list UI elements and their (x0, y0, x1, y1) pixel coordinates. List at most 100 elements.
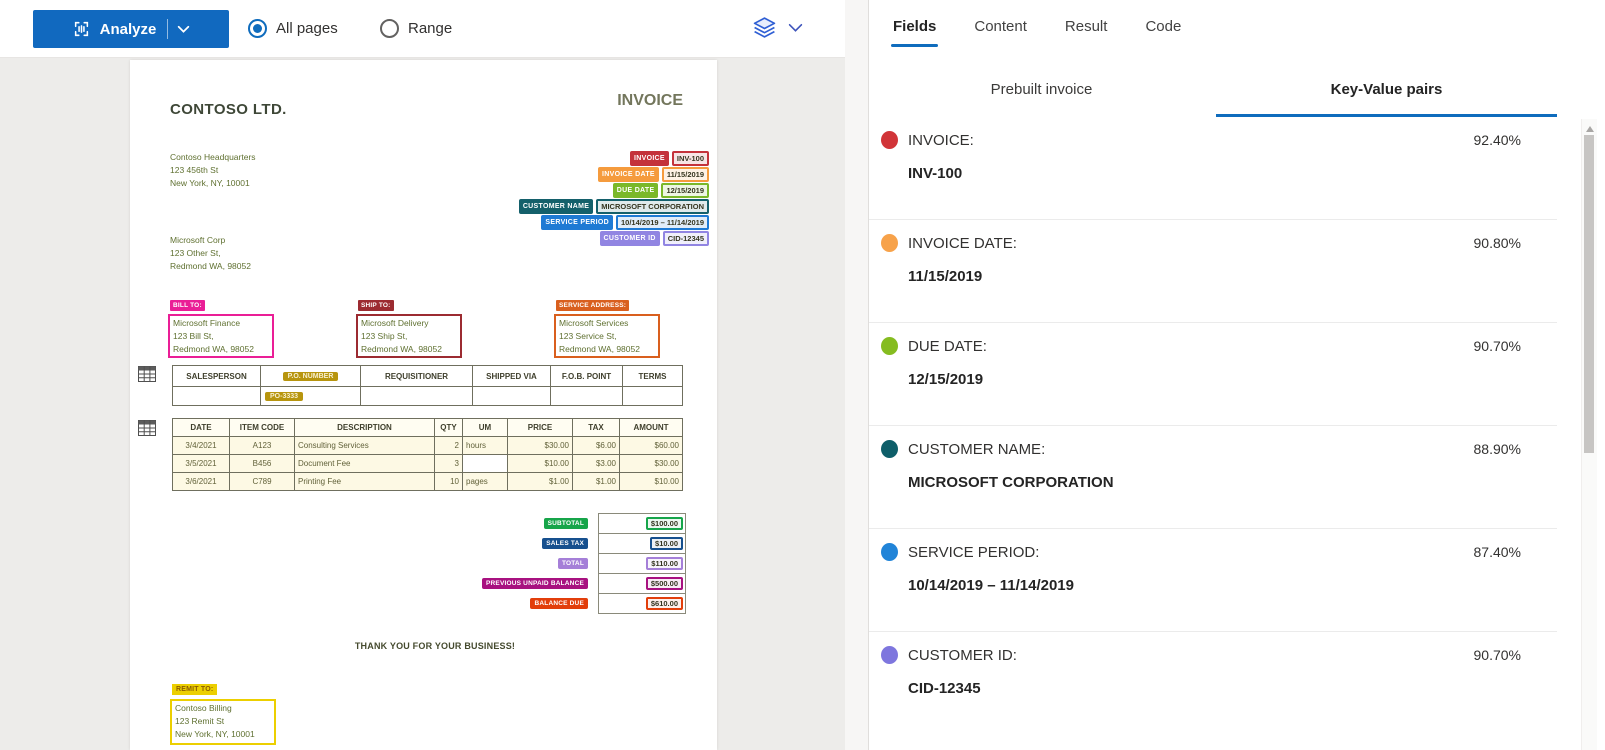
address-block: SERVICE ADDRESS: Microsoft Services 123 Se… (554, 294, 660, 358)
subtab-key-value-pairs[interactable]: Key-Value pairs (1214, 62, 1559, 117)
key-value-annotations: INVOICE INV-100 INVOICE DATE 11/15/2019 DUE … (518, 151, 709, 246)
items-table-header-cell: QTY (434, 418, 463, 437)
kv-value: 11/15/2019 (908, 268, 983, 285)
po-table-value-cell (550, 386, 623, 406)
annotation-key-highlight: SERVICE PERIOD (541, 215, 613, 230)
items-table-cell: 10 (434, 472, 463, 491)
items-table-header-cell: DESCRIPTION (294, 418, 435, 437)
key-value-pairs-list: INVOICE: 92.40% INV-100 INVOICE DATE: 90.80%… (869, 117, 1557, 735)
totals-value-highlight: $500.00 (645, 577, 683, 590)
analyze-button[interactable]: Analyze (33, 10, 229, 48)
address-line: Contoso Billing (175, 703, 232, 713)
radio-unselected-icon (380, 19, 399, 38)
kv-color-dot (881, 234, 898, 252)
annotation-value-highlight: 11/15/2019 (661, 167, 709, 182)
invoice-page[interactable]: CONTOSO LTD. INVOICE Contoso Headquarter… (130, 60, 717, 750)
table-grid-icon[interactable] (138, 366, 156, 387)
address-line: 123 Bill St, (173, 331, 214, 341)
scroll-up-arrow-icon[interactable] (1585, 126, 1594, 132)
kv-pair-row[interactable]: SERVICE PERIOD: 87.40% 10/14/2019 – 11/14/… (869, 529, 1557, 632)
results-pane: Fields Content Result Code Prebuilt invoice… (869, 0, 1605, 750)
kv-pair-row[interactable]: INVOICE: 92.40% INV-100 (869, 117, 1557, 220)
totals-value-cell: $110.00 (599, 554, 685, 574)
annotation-row[interactable]: INVOICE INV-100 (630, 151, 709, 166)
address-line: Microsoft Services (559, 318, 629, 328)
items-table-cell: $6.00 (572, 436, 620, 455)
document-scan-icon (72, 20, 91, 38)
items-table-cell: $30.00 (507, 436, 573, 455)
address-line: Redmond WA, 98052 (361, 344, 442, 354)
annotation-value-highlight: 10/14/2019 – 11/14/2019 (616, 215, 709, 230)
analyze-dropdown-chevron-down-icon[interactable] (177, 25, 190, 34)
totals-key-highlight: BALANCE DUE (530, 597, 588, 609)
items-table-header-cell: UM (462, 418, 508, 437)
radio-selected-icon (248, 19, 267, 38)
address-line: Microsoft Delivery (361, 318, 429, 328)
scrollbar-thumb[interactable] (1584, 135, 1594, 453)
annotation-key-highlight: INVOICE DATE (598, 167, 659, 182)
tab-result[interactable]: Result (1065, 18, 1108, 47)
items-table-cell: C789 (229, 472, 295, 491)
all-pages-radio[interactable]: All pages (248, 0, 338, 57)
kv-pair-row[interactable]: INVOICE DATE: 90.80% 11/15/2019 (869, 220, 1557, 323)
annotation-row[interactable]: INVOICE DATE 11/15/2019 (598, 167, 709, 182)
results-scrollbar[interactable] (1581, 119, 1597, 750)
items-table-cell: B456 (229, 454, 295, 473)
po-table-value-cell: PO-3333 (260, 386, 361, 406)
totals-value-cell: $500.00 (599, 574, 685, 594)
pane-divider (845, 0, 869, 750)
address-line: 123 Ship St, (361, 331, 408, 341)
tab-code[interactable]: Code (1145, 18, 1181, 47)
annotation-row[interactable]: SERVICE PERIOD 10/14/2019 – 11/14/2019 (541, 215, 709, 230)
items-table-row: 3/6/2021 C789 Printing Fee 10 pages $1.00 $1.0… (172, 472, 683, 491)
items-table-cell: pages (462, 472, 508, 491)
items-table-header-row: DATE ITEM CODE DESCRIPTION QTY UM PRICE TAX AMO… (172, 418, 683, 437)
range-radio[interactable]: Range (380, 0, 452, 57)
kv-value: 12/15/2019 (908, 371, 984, 388)
tab-content[interactable]: Content (974, 18, 1027, 47)
kv-pair-header: INVOICE: 92.40% (881, 131, 1521, 149)
annotation-row[interactable]: CUSTOMER ID CID-12345 (599, 231, 709, 246)
invoice-header-address: Contoso Headquarters 123 456th St New York… (170, 151, 256, 190)
kv-confidence: 90.70% (1473, 338, 1521, 354)
po-table-header-cell: P.O. NUMBER (260, 365, 361, 387)
table-grid-icon[interactable] (138, 420, 156, 441)
po-table-header-row: SALESPERSON P.O. NUMBER REQUISITIONER SHIPP… (172, 365, 683, 387)
items-table-cell: $60.00 (619, 436, 683, 455)
annotation-value-highlight: MICROSOFT CORPORATION (596, 199, 709, 214)
totals-value-highlight: $110.00 (646, 557, 683, 570)
totals-value-highlight: $610.00 (645, 597, 683, 610)
items-table-cell: $1.00 (572, 472, 620, 491)
kv-pair-row[interactable]: CUSTOMER ID: 90.70% CID-12345 (869, 632, 1557, 735)
subtab-prebuilt-invoice[interactable]: Prebuilt invoice (869, 62, 1214, 117)
annotation-key-highlight: INVOICE (630, 151, 669, 166)
kv-key-label: CUSTOMER ID: (908, 646, 1017, 664)
kv-value: INV-100 (908, 165, 963, 182)
document-canvas[interactable]: CONTOSO LTD. INVOICE Contoso Headquarter… (0, 57, 845, 750)
address-line: Microsoft Finance (173, 318, 241, 328)
kv-pair-row[interactable]: CUSTOMER NAME: 88.90% MICROSOFT CORPORATIO… (869, 426, 1557, 529)
po-info-table: SALESPERSON P.O. NUMBER REQUISITIONER SHIPP… (172, 365, 683, 406)
annotation-key-highlight: CUSTOMER ID (599, 231, 660, 246)
items-table-cell: Printing Fee (294, 472, 435, 491)
po-table-value-cell (360, 386, 473, 406)
document-pane: Analyze All pages Range CONTOSO LTD. INV… (0, 0, 845, 750)
totals-label-row: SUBTOTAL (130, 513, 592, 533)
annotation-value-highlight: INV-100 (671, 151, 709, 166)
annotation-row[interactable]: DUE DATE 12/15/2019 (612, 183, 709, 198)
kv-value: CID-12345 (908, 680, 981, 697)
address-block-box: Microsoft Services 123 Service St, Redmond… (554, 314, 660, 358)
layer-chevron-down-icon[interactable] (788, 23, 803, 33)
address-block: BILL TO: Microsoft Finance 123 Bill St, Red… (168, 294, 274, 358)
annotation-value-highlight: 12/15/2019 (661, 183, 709, 198)
kv-pair-row[interactable]: DUE DATE: 90.70% 12/15/2019 (869, 323, 1557, 426)
kv-key-label: INVOICE DATE: (908, 234, 1017, 252)
annotation-row[interactable]: CUSTOMER NAME MICROSOFT CORPORATION (518, 199, 709, 214)
layer-selector[interactable] (752, 16, 803, 40)
items-table-cell: 2 (434, 436, 463, 455)
totals-value-highlight: $100.00 (645, 517, 683, 530)
invoice-doc-title: INVOICE (617, 92, 683, 109)
items-table-cell: $30.00 (619, 454, 683, 473)
tab-fields[interactable]: Fields (890, 18, 939, 47)
items-table-cell: A123 (229, 436, 295, 455)
